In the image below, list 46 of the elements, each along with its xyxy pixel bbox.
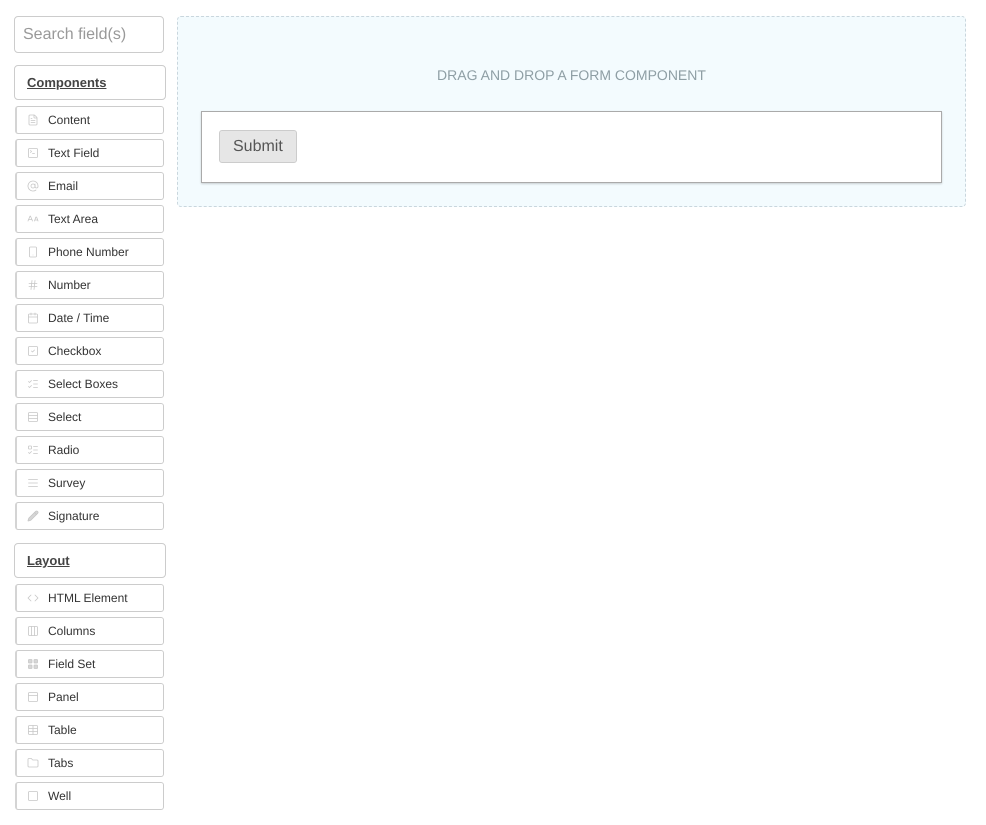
search-field[interactable]: Search field(s) [14, 16, 164, 53]
group-header[interactable]: Components [14, 65, 166, 100]
radio-list-icon [27, 444, 39, 456]
component-item[interactable]: Tabs [15, 749, 164, 777]
at-sign-icon [27, 180, 39, 192]
columns-icon [27, 625, 39, 637]
pencil-icon [27, 510, 39, 522]
component-item[interactable]: Email [15, 172, 164, 200]
component-item[interactable]: Columns [15, 617, 164, 645]
terminal-icon [27, 147, 39, 159]
component-item[interactable]: Phone Number [15, 238, 164, 266]
component-item[interactable]: Radio [15, 436, 164, 464]
component-item[interactable]: Survey [15, 469, 164, 497]
component-item[interactable]: Signature [15, 502, 164, 530]
code-icon [27, 592, 39, 604]
group-title: Components [27, 75, 106, 90]
component-item[interactable]: Well [15, 782, 164, 810]
component-item[interactable]: Content [15, 106, 164, 134]
file-text-icon [27, 114, 39, 126]
submit-button[interactable]: Submit [219, 130, 297, 163]
group-header[interactable]: Layout [14, 543, 166, 578]
table-icon [27, 724, 39, 736]
component-item[interactable]: Checkbox [15, 337, 164, 365]
calendar-icon [27, 312, 39, 324]
checklist-icon [27, 378, 39, 390]
component-item[interactable]: Select Boxes [15, 370, 164, 398]
component-item[interactable]: Table [15, 716, 164, 744]
hash-icon [27, 279, 39, 291]
square-icon [27, 790, 39, 802]
component-item[interactable]: Text Field [15, 139, 164, 167]
lines-icon [27, 477, 39, 489]
grid-icon [27, 658, 39, 670]
component-item[interactable]: Date / Time [15, 304, 164, 332]
folder-icon [27, 757, 39, 769]
smartphone-icon [27, 246, 39, 258]
component-item[interactable]: Text Area [15, 205, 164, 233]
panel-icon [27, 691, 39, 703]
checkbox-icon [27, 345, 39, 357]
group-title: Layout [27, 553, 70, 568]
component-item[interactable]: Field Set [15, 650, 164, 678]
drop-hint: DRAG AND DROP A FORM COMPONENT [437, 67, 706, 83]
component-item[interactable]: HTML Element [15, 584, 164, 612]
component-item[interactable]: Number [15, 271, 164, 299]
component-item[interactable]: Panel [15, 683, 164, 711]
component-item[interactable]: Select [15, 403, 164, 431]
list-box-icon [27, 411, 39, 423]
